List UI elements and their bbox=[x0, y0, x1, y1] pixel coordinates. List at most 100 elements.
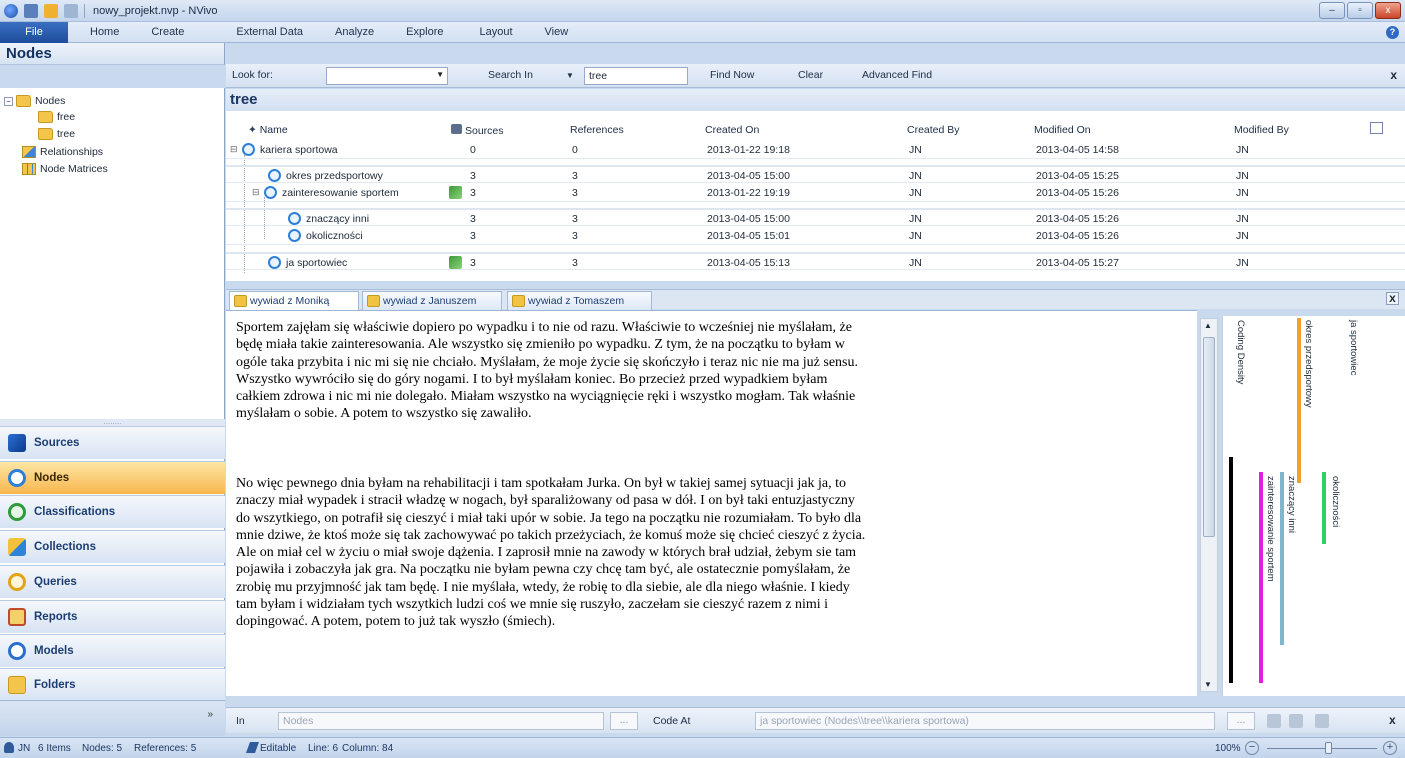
nav-button-reports[interactable]: Reports bbox=[0, 600, 225, 633]
column-header-created-by[interactable]: Created By bbox=[907, 124, 960, 136]
znaczacy-inni-stripe[interactable] bbox=[1280, 472, 1284, 646]
search-in-value[interactable]: tree bbox=[584, 67, 688, 85]
close-document-button[interactable]: x bbox=[1386, 292, 1399, 305]
stripe-label-zainteresowanie-sportem[interactable]: zainteresowanie sportem bbox=[1265, 476, 1276, 582]
look-for-input[interactable]: ▼ bbox=[326, 67, 448, 85]
document-icon bbox=[512, 295, 525, 307]
node-icon bbox=[268, 256, 281, 269]
column-header-created-on[interactable]: Created On bbox=[705, 124, 759, 136]
tab-analyze[interactable]: Analyze bbox=[319, 26, 390, 38]
nav-button-sources[interactable]: Sources bbox=[0, 426, 225, 459]
zoom-out-button[interactable]: − bbox=[1245, 741, 1259, 755]
uncode-icon[interactable] bbox=[1289, 714, 1303, 728]
stripe-label-ja-sportowiec[interactable]: ja sportowiec bbox=[1348, 320, 1359, 375]
collapse-icon[interactable]: − bbox=[4, 96, 13, 106]
nav-button-queries[interactable]: Queries bbox=[0, 565, 225, 598]
tab-view[interactable]: View bbox=[529, 26, 585, 38]
tab-layout[interactable]: Layout bbox=[459, 26, 528, 38]
nav-button-nodes[interactable]: Nodes bbox=[0, 461, 225, 494]
nav-button-folders[interactable]: Folders bbox=[0, 668, 225, 701]
advanced-find-button[interactable]: Advanced Find bbox=[862, 69, 932, 81]
stripe-label-coding-density[interactable]: Coding Density bbox=[1235, 320, 1246, 384]
stripe-label-okolicznosci[interactable]: okoliczności bbox=[1330, 476, 1341, 527]
code-icon[interactable] bbox=[1267, 714, 1281, 728]
nav-button-collections[interactable]: Collections bbox=[0, 530, 225, 563]
close-button[interactable]: x bbox=[1375, 2, 1401, 19]
find-now-button[interactable]: Find Now bbox=[710, 69, 754, 81]
column-chooser-icon[interactable] bbox=[1370, 122, 1383, 134]
configure-buttons-icon[interactable]: » bbox=[207, 709, 213, 720]
tab-explore[interactable]: Explore bbox=[390, 26, 459, 38]
table-row[interactable]: znaczący inni 3 3 2013-04-05 15:00 JN 20… bbox=[226, 208, 1405, 226]
collapse-icon[interactable]: ⊟ bbox=[252, 187, 260, 198]
table-row[interactable]: ja sportowiec 3 3 2013-04-05 15:13 JN 20… bbox=[226, 252, 1405, 270]
tree-item-tree[interactable]: tree bbox=[38, 126, 75, 142]
table-row[interactable]: okoliczności 3 3 2013-04-05 15:01 JN 201… bbox=[226, 227, 1405, 245]
tab-home[interactable]: Home bbox=[68, 26, 135, 38]
stripe-label-znaczacy-inni[interactable]: znaczący inni bbox=[1286, 476, 1297, 533]
tab-external-data[interactable]: External Data bbox=[200, 26, 319, 38]
created-on: 2013-04-05 15:00 bbox=[707, 213, 790, 225]
tab-wywiad-z-januszem[interactable]: wywiad z Januszem bbox=[362, 291, 502, 310]
memo-link-icon[interactable] bbox=[449, 256, 462, 269]
edit-icon[interactable] bbox=[44, 3, 58, 18]
collapse-icon[interactable]: ⊟ bbox=[230, 144, 238, 155]
save-icon[interactable] bbox=[24, 3, 38, 18]
document-paragraph[interactable]: No więc pewnego dnia byłam na rehabilita… bbox=[236, 475, 866, 631]
column-header-sources[interactable]: Sources bbox=[451, 124, 504, 137]
search-in-dropdown-icon[interactable]: ▼ bbox=[566, 71, 574, 80]
scroll-down-icon[interactable]: ▼ bbox=[1204, 680, 1212, 689]
tree-item-nodes[interactable]: − Nodes bbox=[4, 93, 65, 109]
tab-create[interactable]: Create bbox=[135, 26, 200, 38]
folder-icon bbox=[16, 95, 31, 107]
zoom-in-button[interactable]: + bbox=[1383, 741, 1397, 755]
classifications-icon bbox=[8, 503, 26, 521]
help-icon[interactable]: ? bbox=[1386, 26, 1399, 39]
minimize-button[interactable]: – bbox=[1319, 2, 1345, 19]
tab-wywiad-z-tomaszem[interactable]: wywiad z Tomaszem bbox=[507, 291, 652, 310]
column-header-name[interactable]: ✦ Name bbox=[248, 124, 288, 136]
table-row[interactable]: ⊟ kariera sportowa 0 0 2013-01-22 19:18 … bbox=[226, 141, 1405, 159]
tree-item-relationships[interactable]: Relationships bbox=[22, 144, 103, 160]
scroll-thumb[interactable] bbox=[1203, 337, 1215, 537]
column-header-modified-by[interactable]: Modified By bbox=[1234, 124, 1289, 136]
zoom-slider-track[interactable] bbox=[1267, 748, 1377, 749]
zoom-slider-thumb[interactable] bbox=[1324, 742, 1332, 754]
code-at-dropdown[interactable]: ja sportowiec (Nodes\\tree\\kariera spor… bbox=[755, 712, 1215, 730]
tree-item-free[interactable]: free bbox=[38, 109, 75, 125]
document-scrollbar[interactable]: ▲ ▼ bbox=[1200, 318, 1218, 692]
column-header-references[interactable]: References bbox=[570, 124, 624, 136]
table-row[interactable]: okres przedsportowy 3 3 2013-04-05 15:00… bbox=[226, 165, 1405, 183]
column-header-modified-on[interactable]: Modified On bbox=[1034, 124, 1091, 136]
file-tab[interactable]: File bbox=[0, 21, 68, 43]
undo-icon[interactable] bbox=[64, 3, 78, 18]
in-browse-button[interactable]: ... bbox=[610, 712, 638, 730]
created-on: 2013-01-22 19:19 bbox=[707, 187, 790, 199]
clear-button[interactable]: Clear bbox=[798, 69, 823, 81]
tree-item-node-matrices[interactable]: Node Matrices bbox=[22, 161, 108, 177]
stripe-label-okres-przedsportowy[interactable]: okres przedsportowy bbox=[1303, 320, 1314, 408]
node-icon bbox=[268, 169, 281, 182]
okolicznosci-stripe[interactable] bbox=[1322, 472, 1326, 544]
node-icon bbox=[288, 212, 301, 225]
close-coding-bar-button[interactable]: x bbox=[1389, 713, 1396, 727]
in-dropdown[interactable]: Nodes bbox=[278, 712, 604, 730]
nvivo-logo-icon[interactable] bbox=[4, 3, 18, 18]
tab-wywiad-z-monika[interactable]: wywiad z Moniką bbox=[229, 291, 359, 311]
modified-by: JN bbox=[1236, 230, 1249, 242]
table-row[interactable]: ⊟ zainteresowanie sportem 3 3 2013-01-22… bbox=[226, 184, 1405, 202]
dropdown-arrow-icon[interactable]: ▼ bbox=[436, 70, 444, 79]
search-in-button[interactable]: Search In bbox=[488, 69, 533, 81]
okres-przedsportowy-stripe[interactable] bbox=[1297, 318, 1301, 484]
nav-button-models[interactable]: Models bbox=[0, 634, 225, 667]
code-in-vivo-icon[interactable] bbox=[1315, 714, 1329, 728]
nav-button-classifications[interactable]: Classifications bbox=[0, 495, 225, 528]
scroll-up-icon[interactable]: ▲ bbox=[1204, 321, 1212, 330]
zainteresowanie-sportem-stripe[interactable] bbox=[1259, 472, 1263, 683]
close-find-bar-button[interactable]: x bbox=[1390, 68, 1397, 82]
memo-link-icon[interactable] bbox=[449, 186, 462, 199]
code-at-browse-button[interactable]: ... bbox=[1227, 712, 1255, 730]
document-body[interactable]: Sportem zajęłam się właściwie dopiero po… bbox=[226, 310, 1197, 696]
restore-button[interactable]: ▫ bbox=[1347, 2, 1373, 19]
document-paragraph[interactable]: Sportem zajęłam się właściwie dopiero po… bbox=[236, 319, 866, 423]
